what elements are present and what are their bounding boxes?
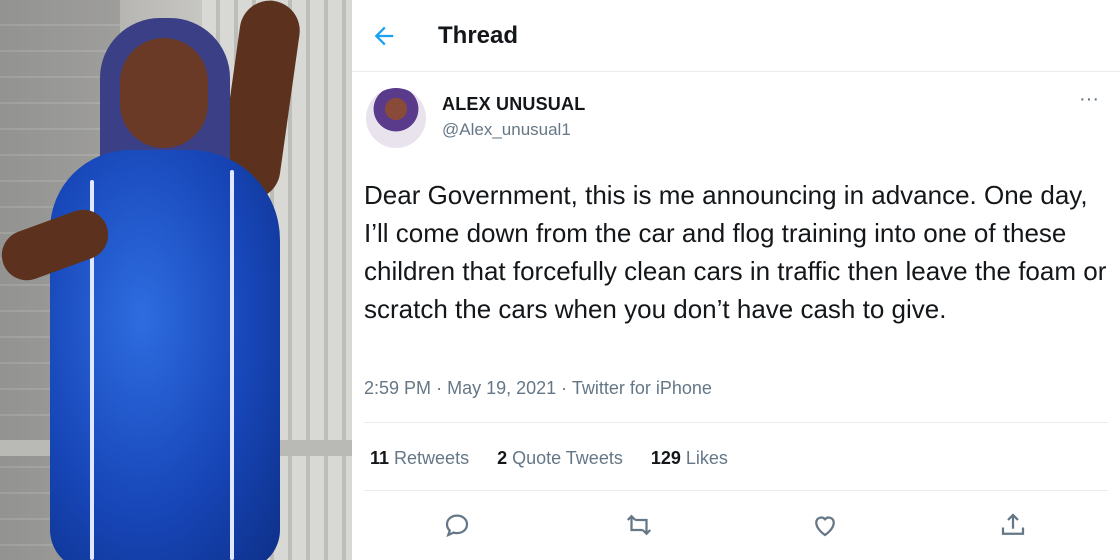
quote-tweets-label: Quote Tweets [512,448,623,468]
share-icon[interactable] [998,510,1028,540]
likes-stat[interactable]: 129 Likes [651,448,728,469]
arrow-left-icon[interactable] [370,22,398,50]
user-handle[interactable]: @Alex_unusual1 [442,120,571,140]
user-name[interactable]: ALEX UNUSUAL [442,94,585,115]
more-icon[interactable]: ··· [1076,89,1102,110]
reply-icon[interactable] [442,510,472,540]
tweet-time[interactable]: 2:59 PM [364,378,431,398]
retweets-label: Retweets [394,448,470,468]
tweet-source[interactable]: Twitter for iPhone [572,378,712,398]
quote-tweets-count: 2 [497,448,508,468]
tweet-stats: 11 Retweets 2 Quote Tweets 129 Likes [370,448,728,469]
avatar[interactable] [366,88,426,148]
tweet-text: Dear Government, this is me announcing i… [364,180,1107,324]
like-icon[interactable] [810,510,840,540]
tweet-meta: 2:59 PM · May 19, 2021 · Twitter for iPh… [364,378,712,399]
profile-photo [0,0,352,560]
quote-tweets-stat[interactable]: 2 Quote Tweets [497,448,623,469]
meta-separator: · [561,378,568,398]
tweet-date[interactable]: May 19, 2021 [447,378,556,398]
dress-stripe [230,170,234,560]
meta-separator: · [436,378,443,398]
retweet-icon[interactable] [624,510,654,540]
likes-count: 129 [650,448,681,468]
likes-label: Likes [685,448,728,468]
photo-face [120,38,208,148]
retweets-count: 11 [370,448,390,468]
page-title: Thread [438,22,519,49]
retweets-stat[interactable]: 11 Retweets [370,448,469,469]
divider [364,490,1108,491]
thread-header: Thread [352,0,1120,72]
divider [364,422,1108,423]
tweet-actions [352,504,1120,544]
tweet-panel: Thread ALEX UNUSUAL @Alex_unusual1 ··· D… [352,0,1120,560]
